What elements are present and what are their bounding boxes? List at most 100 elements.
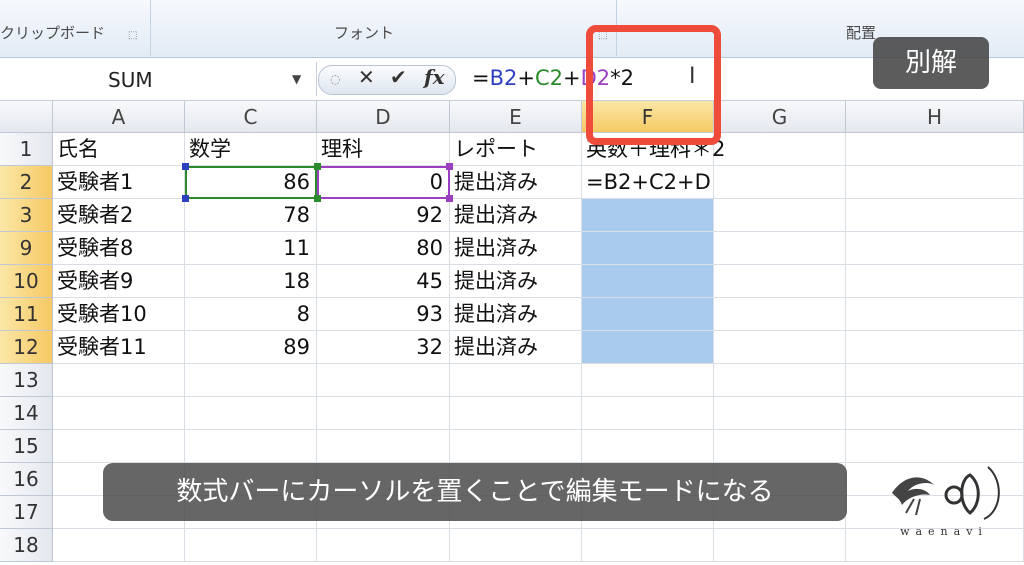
cell-a14[interactable] bbox=[53, 397, 185, 430]
insert-function-icon[interactable]: fx bbox=[424, 65, 445, 89]
cell-e13[interactable] bbox=[450, 364, 582, 397]
cell-a18[interactable] bbox=[53, 529, 185, 562]
cell-h10[interactable] bbox=[846, 265, 1024, 298]
cell-a11[interactable]: 受験者10 bbox=[53, 298, 185, 331]
cell-e3[interactable]: 提出済み bbox=[450, 199, 582, 232]
cell-g2[interactable] bbox=[714, 166, 846, 199]
cell-h14[interactable] bbox=[846, 397, 1024, 430]
cell-d9[interactable]: 80 bbox=[317, 232, 450, 265]
row-header-17[interactable]: 17 bbox=[0, 496, 53, 529]
column-header-a[interactable]: A bbox=[53, 101, 185, 133]
column-header-h[interactable]: H bbox=[846, 101, 1024, 133]
cell-f3[interactable] bbox=[582, 199, 714, 232]
cell-h12[interactable] bbox=[846, 331, 1024, 364]
row-header-15[interactable]: 15 bbox=[0, 430, 53, 463]
cell-e10[interactable]: 提出済み bbox=[450, 265, 582, 298]
cell-h9[interactable] bbox=[846, 232, 1024, 265]
row-header-10[interactable]: 10 bbox=[0, 265, 53, 298]
cell-a15[interactable] bbox=[53, 430, 185, 463]
cell-d1[interactable]: 理科 bbox=[317, 133, 450, 166]
cell-h2[interactable] bbox=[846, 166, 1024, 199]
cell-a13[interactable] bbox=[53, 364, 185, 397]
cell-f14[interactable] bbox=[582, 397, 714, 430]
cell-f9[interactable] bbox=[582, 232, 714, 265]
row-header-18[interactable]: 18 bbox=[0, 529, 53, 562]
cell-h13[interactable] bbox=[846, 364, 1024, 397]
cell-f10[interactable] bbox=[582, 265, 714, 298]
range-handle[interactable] bbox=[446, 163, 453, 170]
cell-d13[interactable] bbox=[317, 364, 450, 397]
cell-h11[interactable] bbox=[846, 298, 1024, 331]
cell-e11[interactable]: 提出済み bbox=[450, 298, 582, 331]
row-header-11[interactable]: 11 bbox=[0, 298, 53, 331]
row-header-12[interactable]: 12 bbox=[0, 331, 53, 364]
row-header-3[interactable]: 3 bbox=[0, 199, 53, 232]
cancel-icon[interactable]: ✕ bbox=[358, 65, 375, 89]
cell-f12[interactable] bbox=[582, 331, 714, 364]
cell-g10[interactable] bbox=[714, 265, 846, 298]
cell-h1[interactable] bbox=[846, 133, 1024, 166]
cell-e2[interactable]: 提出済み bbox=[450, 166, 582, 199]
cell-g1[interactable] bbox=[714, 133, 846, 166]
row-header-13[interactable]: 13 bbox=[0, 364, 53, 397]
cell-a12[interactable]: 受験者11 bbox=[53, 331, 185, 364]
name-box[interactable]: SUM ▼ bbox=[0, 62, 317, 96]
cell-c2[interactable]: 86 bbox=[185, 166, 317, 199]
cell-c14[interactable] bbox=[185, 397, 317, 430]
column-header-g[interactable]: G bbox=[714, 101, 846, 133]
column-header-e[interactable]: E bbox=[450, 101, 582, 133]
cell-a10[interactable]: 受験者9 bbox=[53, 265, 185, 298]
cell-g9[interactable] bbox=[714, 232, 846, 265]
cell-e18[interactable] bbox=[450, 529, 582, 562]
cell-g14[interactable] bbox=[714, 397, 846, 430]
cell-c11[interactable]: 8 bbox=[185, 298, 317, 331]
cell-c10[interactable]: 18 bbox=[185, 265, 317, 298]
cell-e9[interactable]: 提出済み bbox=[450, 232, 582, 265]
cell-d18[interactable] bbox=[317, 529, 450, 562]
row-header-2[interactable]: 2 bbox=[0, 166, 53, 199]
cell-g3[interactable] bbox=[714, 199, 846, 232]
cell-f15[interactable] bbox=[582, 430, 714, 463]
range-handle[interactable] bbox=[446, 195, 453, 202]
clipboard-launcher-icon[interactable]: ⬚ bbox=[128, 30, 137, 41]
cell-c15[interactable] bbox=[185, 430, 317, 463]
chevron-down-icon[interactable]: ▼ bbox=[292, 72, 301, 86]
cell-g12[interactable] bbox=[714, 331, 846, 364]
row-header-14[interactable]: 14 bbox=[0, 397, 53, 430]
cell-f11[interactable] bbox=[582, 298, 714, 331]
cell-a3[interactable]: 受験者2 bbox=[53, 199, 185, 232]
row-header-9[interactable]: 9 bbox=[0, 232, 53, 265]
cell-g11[interactable] bbox=[714, 298, 846, 331]
cell-e15[interactable] bbox=[450, 430, 582, 463]
range-handle[interactable] bbox=[182, 195, 189, 202]
row-header-1[interactable]: 1 bbox=[0, 133, 53, 166]
cell-a2[interactable]: 受験者1 bbox=[53, 166, 185, 199]
cell-g18[interactable] bbox=[714, 529, 846, 562]
range-handle[interactable] bbox=[314, 195, 321, 202]
cell-c18[interactable] bbox=[185, 529, 317, 562]
column-header-c[interactable]: C bbox=[185, 101, 317, 133]
cell-d15[interactable] bbox=[317, 430, 450, 463]
cell-f18[interactable] bbox=[582, 529, 714, 562]
column-header-d[interactable]: D bbox=[317, 101, 450, 133]
cell-c13[interactable] bbox=[185, 364, 317, 397]
row-header-16[interactable]: 16 bbox=[0, 463, 53, 496]
cell-d2[interactable]: 0 bbox=[317, 166, 450, 199]
cell-e14[interactable] bbox=[450, 397, 582, 430]
cell-c12[interactable]: 89 bbox=[185, 331, 317, 364]
cell-d3[interactable]: 92 bbox=[317, 199, 450, 232]
select-all-corner[interactable] bbox=[0, 101, 53, 133]
cell-e12[interactable]: 提出済み bbox=[450, 331, 582, 364]
cell-d12[interactable]: 32 bbox=[317, 331, 450, 364]
cell-c9[interactable]: 11 bbox=[185, 232, 317, 265]
cell-c1[interactable]: 数学 bbox=[185, 133, 317, 166]
cell-g13[interactable] bbox=[714, 364, 846, 397]
cell-c3[interactable]: 78 bbox=[185, 199, 317, 232]
cell-f2[interactable]: =B2+C2+D bbox=[582, 166, 714, 199]
cell-e1[interactable]: レポート bbox=[450, 133, 582, 166]
range-handle[interactable] bbox=[314, 163, 321, 170]
enter-icon[interactable]: ✔ bbox=[390, 65, 407, 89]
cell-a1[interactable]: 氏名 bbox=[53, 133, 185, 166]
cell-f13[interactable] bbox=[582, 364, 714, 397]
cell-d10[interactable]: 45 bbox=[317, 265, 450, 298]
